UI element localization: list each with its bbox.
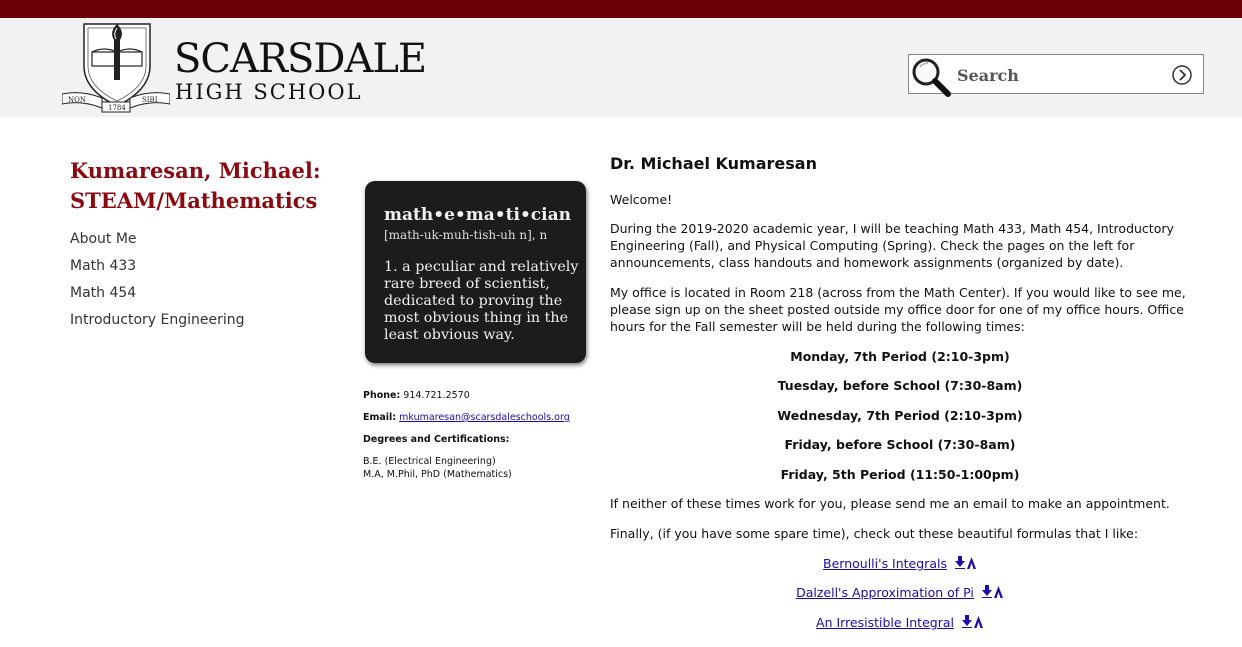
school-subtitle: HIGH SCHOOL (175, 80, 363, 104)
top-accent-bar (0, 0, 1242, 18)
sidebar-link-intro-engineering[interactable]: Introductory Engineering (70, 312, 245, 328)
formula-link-row: Bernoulli's Integrals (610, 555, 1190, 572)
contact-phone: Phone: 914.721.2570 (363, 389, 470, 402)
school-crest-logo[interactable]: NON 1784 SIBI (62, 22, 170, 113)
sidebar-item-math-433: Math 433 (70, 255, 245, 282)
search-submit-icon[interactable] (1171, 64, 1193, 86)
office-hour-item: Wednesday, 7th Period (2:10-3pm) (777, 408, 1023, 423)
appointment-paragraph: If neither of these times work for you, … (610, 496, 1170, 511)
download-icon[interactable] (961, 615, 984, 628)
welcome-text: Welcome! (610, 192, 673, 207)
mathematician-definition-image: math•e•ma•ti•cian [math-uk-muh-tish-uh n… (365, 181, 586, 363)
definition-text: 1. a peculiar and relatively rare breed … (384, 259, 579, 343)
sidebar-item-math-454: Math 454 (70, 282, 245, 309)
office-hour-item: Friday, 5th Period (11:50-1:00pm) (780, 467, 1020, 482)
bernoulli-integrals-link[interactable]: Bernoulli's Integrals (823, 556, 947, 571)
download-icon[interactable] (954, 556, 977, 569)
contact-email: Email: mkumaresan@scarsdaleschools.org (363, 411, 570, 424)
school-name: SCARSDALE (174, 36, 427, 82)
degrees-heading: Degrees and Certifications: (363, 433, 509, 446)
degree-item: B.E. (Electrical Engineering) (363, 456, 496, 467)
sidebar-item-intro-engineering: Introductory Engineering (70, 309, 245, 336)
degree-item: M.A, M.Phil, PhD (Mathematics) (363, 469, 512, 480)
search-box (908, 54, 1204, 97)
sidebar-item-about-me: About Me (70, 228, 245, 255)
email-label: Email: (363, 412, 397, 423)
content-heading: Dr. Michael Kumaresan (610, 154, 817, 173)
office-paragraph: My office is located in Room 218 (across… (610, 285, 1186, 334)
email-link[interactable]: mkumaresan@scarsdaleschools.org (399, 412, 570, 423)
sidebar-link-about-me[interactable]: About Me (70, 231, 137, 247)
formulas-paragraph: Finally, (if you have some spare time), … (610, 526, 1139, 541)
dalzell-pi-link[interactable]: Dalzell's Approximation of Pi (796, 585, 974, 600)
degrees-label: Degrees and Certifications: (363, 434, 510, 445)
office-hour-item: Monday, 7th Period (2:10-3pm) (790, 349, 1010, 364)
search-icon (912, 58, 951, 97)
crest-year: 1784 (108, 104, 126, 112)
phone-number: 914.721.2570 (403, 390, 470, 401)
sidebar-link-math-433[interactable]: Math 433 (70, 258, 136, 274)
definition-word: math•e•ma•ti•cian (384, 205, 571, 225)
sidebar-link-math-454[interactable]: Math 454 (70, 285, 136, 301)
crest-motto-right: SIBI (142, 96, 158, 104)
definition-pronunciation: [math-uk-muh-tish-uh n], n (384, 228, 548, 242)
irresistible-integral-link[interactable]: An Irresistible Integral (816, 615, 954, 630)
page-title: Kumaresan, Michael: STEAM/Mathematics (70, 158, 321, 213)
sidebar-nav: About Me Math 433 Math 454 Introductory … (70, 228, 245, 336)
search-input[interactable] (955, 61, 1159, 89)
office-hour-item: Tuesday, before School (7:30-8am) (777, 378, 1023, 393)
phone-label: Phone: (363, 390, 401, 401)
office-hour-item: Friday, before School (7:30-8am) (784, 437, 1016, 452)
formula-link-row: An Irresistible Integral (610, 614, 1190, 631)
formula-link-row: Dalzell's Approximation of Pi (610, 584, 1190, 601)
intro-paragraph: During the 2019-2020 academic year, I wi… (610, 221, 1174, 270)
download-icon[interactable] (981, 585, 1004, 598)
degrees-list: B.E. (Electrical Engineering) M.A, M.Phi… (363, 455, 512, 481)
crest-motto-left: NON (68, 96, 86, 104)
site-header: NON 1784 SIBI SCARSDALE HIGH SCHOOL (0, 18, 1242, 117)
